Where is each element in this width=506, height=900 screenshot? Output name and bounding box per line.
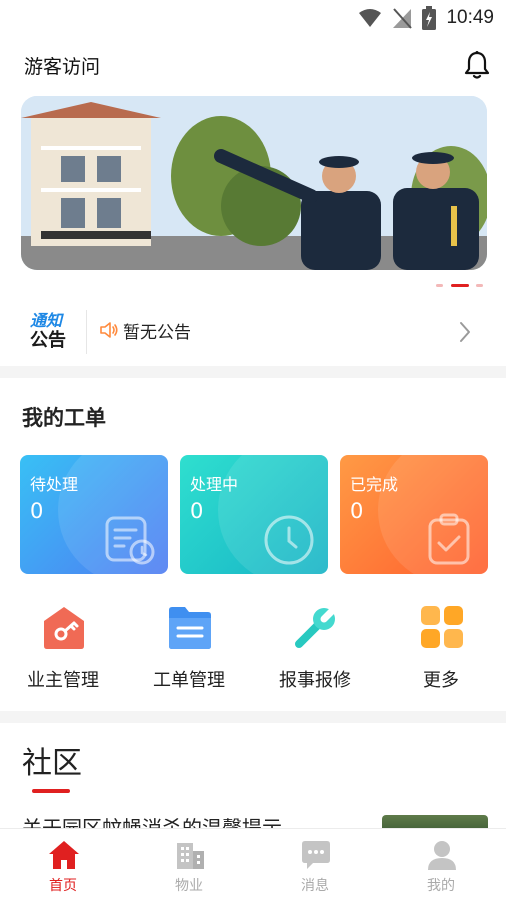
bottom-tab-bar: 首页 物业 消息 我的 bbox=[0, 828, 506, 900]
notice-logo: 通知 公告 bbox=[30, 312, 76, 352]
banner-carousel[interactable] bbox=[21, 96, 487, 270]
community-title-underline bbox=[32, 789, 70, 793]
quick-item-label: 业主管理 bbox=[27, 670, 99, 691]
clipboard-check-icon bbox=[428, 513, 470, 565]
quick-item-work-order-management[interactable]: 工单管理 bbox=[126, 600, 252, 700]
card-label: 待处理 bbox=[30, 475, 79, 494]
wifi-icon bbox=[359, 9, 382, 27]
notice-logo-line1: 通知 bbox=[30, 311, 63, 330]
notice-text: 暂无公告 bbox=[123, 323, 191, 343]
work-orders-title: 我的工单 bbox=[22, 406, 106, 430]
building-icon bbox=[177, 843, 204, 869]
quick-item-label: 更多 bbox=[423, 670, 459, 691]
section-divider bbox=[0, 366, 506, 378]
tab-label: 消息 bbox=[301, 878, 329, 894]
pagination-dot[interactable] bbox=[436, 284, 443, 287]
tab-label: 首页 bbox=[49, 878, 77, 894]
tab-home[interactable]: 首页 bbox=[0, 829, 126, 900]
tab-messages[interactable]: 消息 bbox=[252, 829, 378, 900]
user-icon bbox=[428, 841, 456, 870]
bell-icon[interactable] bbox=[464, 50, 490, 80]
card-count: 0 bbox=[30, 499, 44, 523]
clipboard-clock-icon bbox=[105, 516, 155, 565]
battery-icon bbox=[422, 6, 437, 30]
house-key-icon bbox=[44, 607, 84, 649]
quick-item-owner-management[interactable]: 业主管理 bbox=[0, 600, 126, 700]
quick-item-label: 报事报修 bbox=[279, 670, 351, 691]
banner-image bbox=[21, 96, 487, 270]
pagination-dot-active[interactable] bbox=[451, 284, 469, 287]
status-time: 10:49 bbox=[446, 7, 494, 28]
speaker-icon bbox=[100, 322, 118, 338]
card-label: 处理中 bbox=[190, 475, 239, 494]
chevron-right-icon[interactable] bbox=[458, 320, 472, 344]
status-icons: 10:49 bbox=[358, 6, 494, 30]
banner-pagination bbox=[0, 284, 506, 290]
pagination-dot[interactable] bbox=[476, 284, 483, 287]
pending-orders-card[interactable]: 待处理 0 bbox=[20, 455, 168, 574]
no-signal-icon bbox=[393, 8, 413, 29]
card-count: 0 bbox=[350, 499, 364, 523]
app-header: 游客访问 bbox=[0, 40, 506, 90]
wrench-icon bbox=[295, 604, 339, 648]
quick-item-report-repair[interactable]: 报事报修 bbox=[252, 600, 378, 700]
notice-bar[interactable]: 通知 公告 暂无公告 bbox=[0, 300, 506, 364]
completed-orders-card[interactable]: 已完成 0 bbox=[340, 455, 488, 574]
section-divider bbox=[0, 711, 506, 723]
status-bar: 10:49 bbox=[0, 0, 506, 34]
card-count: 0 bbox=[190, 499, 204, 523]
divider bbox=[86, 310, 87, 354]
quick-item-label: 工单管理 bbox=[153, 670, 225, 691]
tab-label: 我的 bbox=[427, 878, 455, 894]
page-title: 游客访问 bbox=[24, 56, 101, 78]
home-icon bbox=[49, 841, 79, 869]
grid-icon bbox=[421, 606, 463, 648]
quick-menu: 业主管理 工单管理 报事报修 更多 bbox=[0, 600, 506, 700]
processing-orders-card[interactable]: 处理中 0 bbox=[180, 455, 328, 574]
community-title: 社区 bbox=[22, 746, 82, 781]
tab-profile[interactable]: 我的 bbox=[378, 829, 504, 900]
card-label: 已完成 bbox=[350, 475, 399, 494]
quick-item-more[interactable]: 更多 bbox=[378, 600, 504, 700]
clock-icon bbox=[264, 515, 314, 565]
tab-property[interactable]: 物业 bbox=[126, 829, 252, 900]
chat-bubble-icon bbox=[302, 841, 330, 869]
notice-logo-line2: 公告 bbox=[30, 330, 66, 351]
folder-icon bbox=[169, 607, 211, 649]
tab-label: 物业 bbox=[175, 878, 203, 894]
